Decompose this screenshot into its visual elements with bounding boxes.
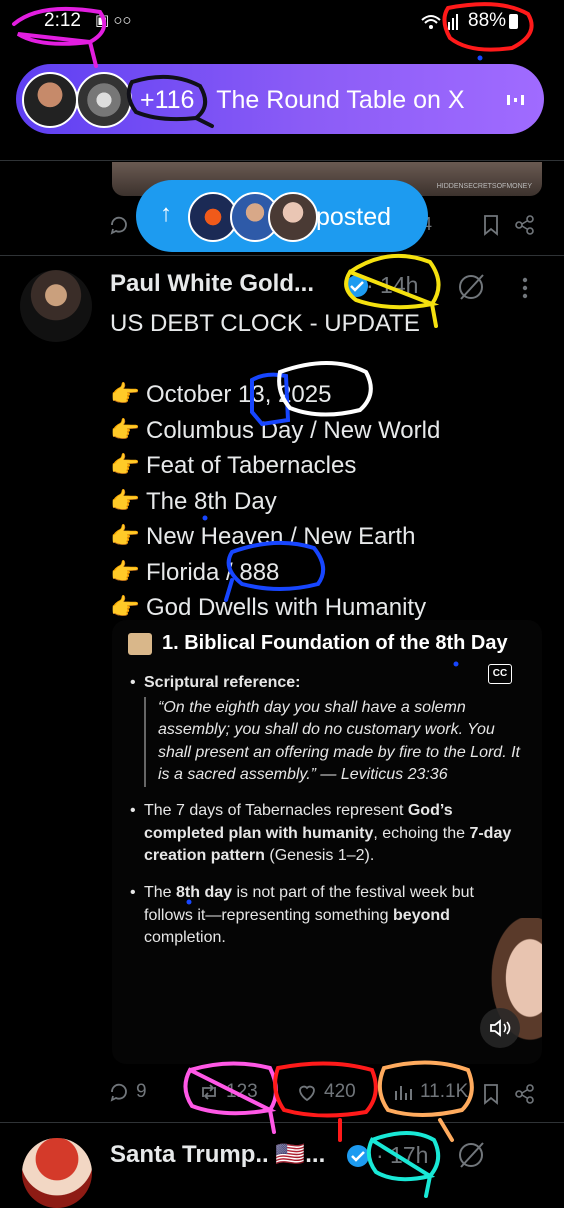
divider [0, 1122, 564, 1123]
speaker-icon [490, 1019, 511, 1037]
pointing-hand-icon: 👉 [110, 452, 140, 479]
notification-icons: ▣ ○○ [95, 12, 132, 29]
pointing-hand-icon: 👉 [110, 416, 140, 444]
repost-count: 123 [226, 1081, 258, 1102]
battery-icon [509, 14, 518, 29]
heart-icon [299, 1085, 315, 1102]
list-item: 👉 Florida / 888 [110, 555, 550, 591]
next-post-timestamp[interactable]: · 17h [376, 1142, 428, 1169]
views-button[interactable]: 11.1K [392, 1081, 468, 1103]
bullet-1: • Scriptural reference: “On the eighth d… [130, 672, 526, 787]
media-heading: 1. Biblical Foundation of the 8th Day [162, 632, 508, 654]
post-headline: US DEBT CLOCK - UPDATE [110, 310, 420, 337]
views-chart-icon [395, 1086, 412, 1100]
audio-wave-icon[interactable] [505, 89, 527, 111]
next-author-avatar[interactable] [22, 1138, 92, 1208]
list-item: 👉 Feat of Tabernacles [110, 448, 550, 484]
arrow-up-icon: ↑ [160, 200, 172, 227]
wifi-signal-icon [421, 14, 458, 30]
post-text: US DEBT CLOCK - UPDATE 👉 October 13, 2025… [110, 306, 550, 626]
grok-icon[interactable] [456, 1140, 486, 1170]
reply-icon [110, 1083, 127, 1102]
post-actions: 9 123 420 11.1K [100, 1075, 550, 1111]
share-icon[interactable] [514, 1083, 536, 1105]
space-title: The Round Table on X [216, 86, 465, 114]
space-cohost-avatar[interactable] [76, 72, 132, 128]
bookmark-icon[interactable] [482, 214, 500, 236]
author-avatar[interactable] [20, 270, 92, 342]
status-bar: 2:12 ▣ ○○ 88% [0, 0, 564, 46]
repost-button[interactable]: 123 [198, 1081, 258, 1103]
pointing-hand-icon: 👉 [110, 558, 140, 586]
listener-count: +116 [140, 86, 195, 114]
bullet-2: • The 7 days of Tabernacles represent Go… [130, 802, 512, 864]
status-time: 2:12 [44, 10, 81, 31]
like-button[interactable]: 420 [296, 1081, 356, 1103]
author-name[interactable]: Paul White Gold... [110, 270, 314, 298]
scroll-icon [128, 633, 152, 655]
bookmark-icon[interactable] [482, 1083, 500, 1105]
space-host-avatar[interactable] [22, 72, 78, 128]
reply-count: 9 [136, 1081, 147, 1102]
reply-button[interactable]: 9 [108, 1081, 147, 1103]
posted-label: posted [316, 203, 392, 231]
pointing-hand-icon: 👉 [110, 523, 140, 550]
more-options-icon[interactable] [520, 276, 530, 300]
pointing-hand-icon: 👉 [110, 381, 140, 408]
poster-avatar-3 [268, 192, 318, 242]
list-item: 👉 Columbus Day / New World [110, 413, 550, 449]
spaces-label[interactable]: +116 · The Round Table on X [140, 86, 465, 115]
bullet-3: • The 8th day is not part of the festiva… [130, 884, 474, 946]
like-count: 420 [324, 1081, 356, 1102]
next-author-name[interactable]: Santa Trump.. 🇺🇸... [110, 1140, 325, 1169]
reply-icon[interactable] [108, 214, 130, 236]
share-icon[interactable] [514, 214, 536, 236]
post-timestamp[interactable]: · 14h [366, 272, 418, 299]
verified-badge-icon [347, 1145, 369, 1167]
annotation-dot [477, 55, 483, 61]
video-media[interactable]: 1. Biblical Foundation of the 8th Day CC… [112, 620, 542, 1064]
divider [0, 255, 564, 256]
list-item: 👉 October 13, 2025 [110, 377, 550, 413]
pointing-hand-icon: 👉 [110, 487, 140, 515]
battery-percent: 88% [468, 10, 507, 31]
list-item: 👉 New Heaven / New Earth [110, 519, 550, 555]
view-count: 11.1K [420, 1081, 469, 1102]
list-item: 👉 The 8th Day [110, 484, 550, 520]
divider [0, 160, 564, 161]
mute-button[interactable] [480, 1008, 520, 1048]
repost-icon [202, 1084, 216, 1100]
grok-icon[interactable] [456, 272, 486, 302]
